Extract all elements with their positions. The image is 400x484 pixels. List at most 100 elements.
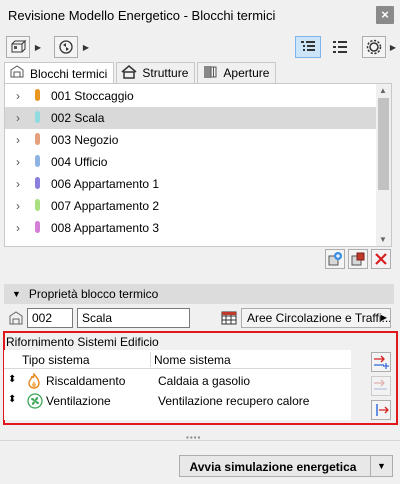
color-swatch bbox=[35, 199, 40, 211]
properties-header[interactable]: ▼ Proprietà blocco termico bbox=[4, 284, 394, 304]
list-detail-icon bbox=[301, 41, 315, 51]
delete-button[interactable] bbox=[371, 249, 391, 269]
model-menu-arrow[interactable]: ▶ bbox=[33, 36, 43, 58]
block-id-field[interactable]: 002 bbox=[27, 308, 73, 328]
tab-blocchi-termici[interactable]: Blocchi termici bbox=[4, 62, 115, 84]
refresh-menu-arrow[interactable]: ▶ bbox=[81, 36, 91, 58]
collapse-arrow-icon[interactable]: ▼ bbox=[12, 289, 21, 299]
thermal-block-icon bbox=[9, 65, 25, 82]
system-name: Ventilazione recupero calore bbox=[158, 394, 310, 408]
edit-system-button[interactable] bbox=[371, 400, 391, 420]
list-item[interactable]: › 006 Appartamento 1 bbox=[5, 173, 377, 195]
chevron-right-icon[interactable]: › bbox=[16, 177, 20, 191]
add-system-button[interactable] bbox=[371, 352, 391, 372]
add-system-icon bbox=[374, 355, 389, 369]
column-divider[interactable] bbox=[150, 352, 151, 367]
chevron-right-icon[interactable]: › bbox=[16, 243, 20, 246]
scroll-up-icon[interactable]: ▲ bbox=[379, 86, 387, 95]
area-type-label: Aree Circolazione e Traffi... bbox=[247, 311, 391, 325]
title-bar: Revisione Modello Energetico - Blocchi t… bbox=[0, 0, 400, 30]
list-scrollbar[interactable]: ▲ ▼ bbox=[376, 84, 391, 246]
tab-label: Aperture bbox=[223, 66, 270, 80]
list-item[interactable]: › 003 Negozio bbox=[5, 129, 377, 151]
list-item[interactable]: › 001 Stoccaggio bbox=[5, 85, 377, 107]
start-simulation-label: Avvia simulazione energetica bbox=[189, 460, 357, 474]
block-name-field[interactable]: Scala bbox=[77, 308, 190, 328]
list-item-label: 004 Ufficio bbox=[51, 155, 108, 169]
column-header[interactable]: Tipo sistema bbox=[22, 353, 90, 367]
opening-icon bbox=[202, 65, 218, 82]
table-row[interactable]: ⬍ Ventilazione Ventilazione recupero cal… bbox=[4, 391, 351, 411]
system-type: Riscaldamento bbox=[46, 374, 126, 388]
model-icon bbox=[11, 39, 26, 53]
toolbar: ▶ ▶ ▶ bbox=[0, 32, 400, 60]
column-header[interactable]: Nome sistema bbox=[154, 353, 231, 367]
structure-icon bbox=[121, 64, 137, 82]
color-swatch bbox=[35, 221, 40, 233]
color-swatch bbox=[35, 111, 40, 123]
scroll-down-icon[interactable]: ▼ bbox=[379, 235, 387, 244]
chevron-right-icon[interactable]: › bbox=[16, 89, 20, 103]
tab-label: Blocchi termici bbox=[30, 66, 108, 81]
list-item-label: 003 Negozio bbox=[51, 133, 119, 147]
list-item-partial[interactable]: › bbox=[5, 239, 377, 246]
settings-icon bbox=[366, 39, 382, 55]
chevron-right-icon[interactable]: › bbox=[16, 111, 20, 125]
systems-table-header: Tipo sistema Nome sistema bbox=[4, 350, 351, 369]
list-item-label: 002 Scala bbox=[51, 111, 105, 125]
list-item[interactable]: › 002 Scala bbox=[5, 107, 377, 129]
chevron-right-icon[interactable]: › bbox=[16, 133, 20, 147]
tab-aperture[interactable]: Aperture bbox=[197, 62, 277, 83]
system-name: Caldaia a gasolio bbox=[158, 374, 251, 388]
list-item[interactable]: › 007 Appartamento 2 bbox=[5, 195, 377, 217]
refresh-button[interactable] bbox=[54, 36, 78, 58]
detail-view-button[interactable] bbox=[295, 36, 321, 58]
table-row[interactable]: ⬍ Riscaldamento Caldaia a gasolio bbox=[4, 371, 351, 391]
list-view-button[interactable] bbox=[327, 36, 353, 58]
drag-handle-icon[interactable]: ⬍ bbox=[8, 394, 16, 405]
list-item-label: 008 Appartamento 3 bbox=[51, 221, 160, 235]
delete-icon bbox=[375, 253, 387, 265]
scroll-thumb[interactable] bbox=[378, 98, 389, 190]
model-button[interactable] bbox=[6, 36, 30, 58]
add-block-button[interactable] bbox=[325, 249, 345, 269]
list-item[interactable]: › 004 Ufficio bbox=[5, 151, 377, 173]
area-type-dropdown[interactable]: Aree Circolazione e Traffi... ▶ bbox=[241, 308, 391, 328]
list-icon bbox=[333, 41, 347, 53]
color-swatch bbox=[35, 89, 40, 101]
drag-handle-icon[interactable]: ⬍ bbox=[8, 374, 16, 385]
list-item-label: 006 Appartamento 1 bbox=[51, 177, 160, 191]
chevron-down-icon[interactable]: ▼ bbox=[370, 456, 392, 476]
tab-strutture[interactable]: Strutture bbox=[116, 62, 196, 83]
remove-system-button[interactable] bbox=[371, 376, 391, 396]
add-block-icon bbox=[328, 252, 342, 266]
list-item[interactable]: › 008 Appartamento 3 bbox=[5, 217, 377, 239]
color-swatch bbox=[35, 155, 40, 167]
close-button[interactable]: × bbox=[376, 6, 394, 24]
start-simulation-button[interactable]: Avvia simulazione energetica ▼ bbox=[179, 455, 393, 477]
color-swatch bbox=[35, 177, 40, 189]
area-type-icon bbox=[221, 310, 237, 329]
system-type: Ventilazione bbox=[46, 394, 111, 408]
assign-block-button[interactable] bbox=[348, 249, 368, 269]
flame-icon bbox=[27, 371, 41, 392]
chevron-right-icon[interactable]: › bbox=[16, 199, 20, 213]
list-item-label: 007 Appartamento 2 bbox=[51, 199, 160, 213]
splitter[interactable] bbox=[0, 440, 400, 441]
window-title: Revisione Modello Energetico - Blocchi t… bbox=[8, 8, 276, 23]
chevron-right-icon[interactable]: › bbox=[16, 155, 20, 169]
remove-system-icon bbox=[374, 379, 387, 390]
tab-bar: Blocchi termici Strutture Aperture bbox=[4, 62, 278, 84]
systems-table: Tipo sistema Nome sistema ⬍ Riscaldament… bbox=[4, 350, 351, 420]
chevron-right-icon: ▶ bbox=[380, 313, 387, 322]
settings-button[interactable] bbox=[362, 36, 386, 58]
settings-menu-arrow[interactable]: ▶ bbox=[388, 36, 398, 58]
chevron-right-icon[interactable]: › bbox=[16, 221, 20, 235]
thermal-block-list: › 001 Stoccaggio › 002 Scala › 003 Negoz… bbox=[4, 83, 392, 247]
assign-block-icon bbox=[351, 252, 365, 266]
color-swatch bbox=[35, 133, 40, 145]
properties-header-label: Proprietà blocco termico bbox=[28, 287, 159, 301]
thermal-block-icon bbox=[8, 310, 24, 329]
edit-system-icon bbox=[376, 404, 389, 416]
list-item-label: 001 Stoccaggio bbox=[51, 89, 134, 103]
